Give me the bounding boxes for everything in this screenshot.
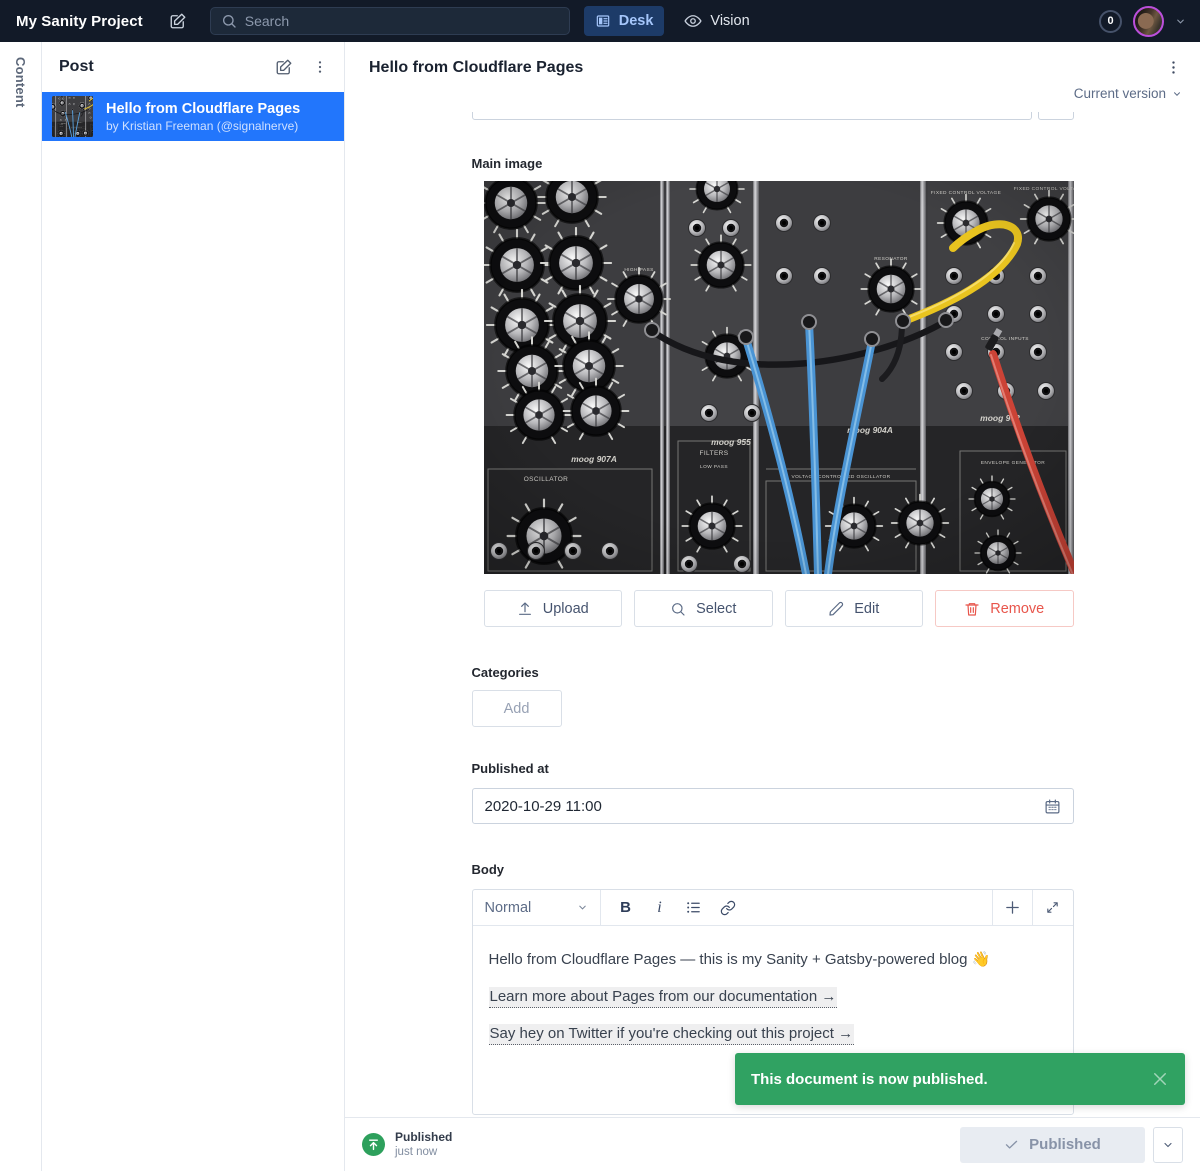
published-button[interactable]: Published	[960, 1127, 1145, 1163]
new-document-icon[interactable]	[275, 58, 293, 76]
upload-button[interactable]: Upload	[484, 590, 623, 627]
select-button[interactable]: Select	[634, 590, 773, 627]
upload-label: Upload	[543, 601, 589, 617]
plus-icon	[1004, 899, 1021, 916]
publish-status-time: just now	[395, 1145, 452, 1160]
pencil-icon	[828, 601, 844, 617]
published-at-field	[472, 788, 1074, 824]
edit-label: Edit	[854, 601, 879, 617]
body-content[interactable]: Hello from Cloudflare Pages — this is my…	[473, 926, 1073, 1056]
post-item-title: Hello from Cloudflare Pages	[106, 100, 300, 119]
document-footer: Published just now Published	[345, 1117, 1200, 1171]
bold-button[interactable]: B	[609, 893, 643, 923]
presence-badge[interactable]: 0	[1099, 10, 1122, 33]
main-image-preview[interactable]: HIGH PASS FIXED CONTROL VOLTAGE FIXED CO…	[484, 181, 1074, 574]
avatar[interactable]	[1133, 6, 1164, 37]
bullet-list-button[interactable]	[677, 893, 711, 923]
chevron-down-icon[interactable]	[1175, 16, 1186, 27]
post-item-subtitle: by Kristian Freeman (@signalnerve)	[106, 119, 300, 134]
text-style-select[interactable]: Normal	[473, 890, 601, 925]
italic-button[interactable]: i	[643, 893, 677, 923]
remove-button[interactable]: Remove	[935, 590, 1074, 627]
expand-icon	[1045, 900, 1060, 915]
magnifier-icon	[670, 601, 686, 617]
vision-tab-label: Vision	[710, 13, 749, 29]
close-icon[interactable]	[1151, 1070, 1169, 1088]
document-header: Hello from Cloudflare Pages Current vers…	[345, 42, 1200, 112]
topbar-right-cluster: 0	[1099, 6, 1186, 37]
editor-toolbar: Normal B i	[473, 890, 1073, 926]
publish-menu-button[interactable]	[1153, 1127, 1183, 1163]
document-pane: Hello from Cloudflare Pages Current vers…	[345, 42, 1200, 1171]
published-button-label: Published	[1029, 1136, 1101, 1153]
chevron-down-icon	[1172, 89, 1182, 99]
link-button[interactable]	[711, 893, 745, 923]
published-at-input[interactable]	[485, 798, 1044, 815]
insert-block-button[interactable]	[993, 890, 1033, 925]
clipped-field	[472, 112, 1074, 120]
sanity-studio: My Sanity Project Desk Vision 0 Content	[0, 0, 1200, 1171]
chevron-down-icon	[1162, 1139, 1174, 1151]
compose-icon[interactable]	[169, 12, 187, 30]
desk-tab-label: Desk	[619, 13, 654, 29]
pane-menu-icon[interactable]	[312, 59, 328, 75]
link-icon	[720, 900, 736, 916]
synth-photo: HIGH PASS FIXED CONTROL VOLTAGE FIXED CO…	[484, 181, 1074, 574]
body-label: Body	[472, 862, 1074, 877]
check-icon	[1004, 1137, 1019, 1152]
post-list-pane: Post Hello from Cloudflare Pages by Kris	[42, 42, 345, 1171]
rail-tab-content[interactable]: Content	[13, 57, 28, 1171]
tab-vision[interactable]: Vision	[684, 12, 749, 30]
calendar-icon[interactable]	[1044, 798, 1061, 815]
body-paragraph: Hello from Cloudflare Pages — this is my…	[489, 948, 1057, 972]
edit-button[interactable]: Edit	[785, 590, 924, 627]
document-menu-icon[interactable]	[1161, 59, 1186, 76]
image-actions: Upload Select Edit Remove	[484, 590, 1074, 627]
publish-toast: This document is now published.	[735, 1053, 1185, 1105]
expand-editor-button[interactable]	[1033, 890, 1073, 925]
clipped-field-button[interactable]	[1038, 112, 1074, 120]
toast-message: This document is now published.	[751, 1071, 988, 1088]
search-input[interactable]	[245, 13, 559, 29]
list-item-post[interactable]: Hello from Cloudflare Pages by Kristian …	[42, 92, 344, 141]
publish-status-icon	[362, 1133, 385, 1156]
publish-status-label: Published	[395, 1130, 452, 1145]
categories-label: Categories	[472, 665, 1074, 680]
pane-title: Post	[59, 58, 275, 76]
body-link-docs[interactable]: Learn more about Pages from our document…	[489, 987, 838, 1008]
chevron-down-icon	[577, 902, 588, 913]
search-bar[interactable]	[210, 7, 570, 35]
published-at-label: Published at	[472, 761, 1074, 776]
version-selector[interactable]: Current version	[1074, 86, 1182, 101]
select-label: Select	[696, 601, 736, 617]
add-category-button[interactable]: Add	[472, 690, 562, 727]
clipped-text-input[interactable]	[472, 112, 1032, 120]
tab-desk[interactable]: Desk	[584, 6, 665, 36]
post-pane-header: Post	[42, 42, 344, 92]
text-style-value: Normal	[485, 900, 532, 916]
upload-icon	[517, 601, 533, 617]
content-rail: Content	[0, 42, 42, 1171]
trash-icon	[964, 601, 980, 617]
bullet-list-icon	[685, 899, 702, 916]
document-form: Main image	[345, 112, 1200, 1117]
top-navbar: My Sanity Project Desk Vision 0	[0, 0, 1200, 42]
main-image-label: Main image	[472, 156, 1074, 171]
version-label: Current version	[1074, 86, 1166, 101]
document-title: Hello from Cloudflare Pages	[369, 59, 1161, 77]
search-icon	[221, 13, 237, 29]
desk-icon	[595, 13, 611, 29]
remove-label: Remove	[990, 601, 1044, 617]
body-link-twitter[interactable]: Say hey on Twitter if you're checking ou…	[489, 1024, 855, 1045]
project-title: My Sanity Project	[16, 13, 143, 30]
eye-icon	[684, 12, 702, 30]
post-thumbnail	[52, 96, 93, 137]
app-body: Content Post Hello	[0, 42, 1200, 1171]
